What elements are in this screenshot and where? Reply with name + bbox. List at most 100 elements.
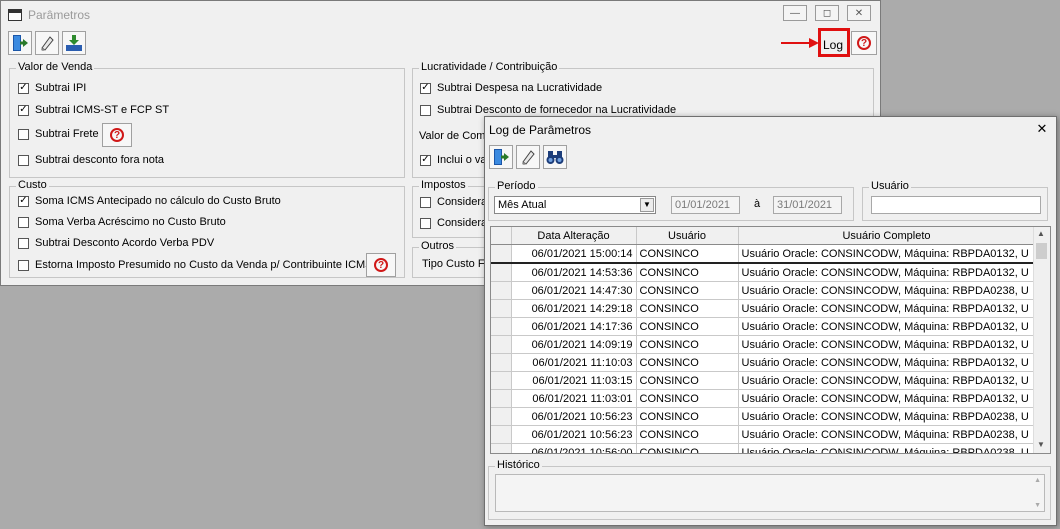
row-indicator[interactable] [491,299,512,318]
cell-data-alteracao: 06/01/2021 14:29:18 [511,299,637,318]
download-tray-icon [66,35,82,51]
checkbox-subtrai-desconto[interactable]: Subtrai desconto fora nota [18,154,164,166]
cell-usuario: CONSINCO [636,281,739,300]
minimize-button[interactable]: — [783,5,807,21]
close-button[interactable]: ✕ [847,5,871,21]
help-button[interactable]: ? [851,31,877,55]
table-row[interactable]: 06/01/2021 14:47:30 CONSINCO Usuário Oracl… [491,281,1036,300]
checkbox-label: Considera [437,217,488,229]
eraser-button[interactable] [35,31,59,55]
row-indicator[interactable] [491,335,512,354]
checkbox-box[interactable] [18,154,29,166]
row-indicator[interactable] [491,443,512,453]
window-title: Parâmetros [28,8,91,22]
table-row[interactable]: 06/01/2021 11:03:15 CONSINCO Usuário Oracl… [491,371,1036,390]
table-row[interactable]: 06/01/2021 10:56:00 CONSINCO Usuário Oracl… [491,443,1036,453]
date-from-field[interactable]: 01/01/2021 [671,196,740,214]
save-download-button[interactable] [62,31,86,55]
table-row[interactable]: 06/01/2021 15:00:14 CONSINCO Usuário Oracl… [491,244,1036,264]
checkbox-estorna-imposto[interactable]: Estorna Imposto Presumido no Custo da Ve… [18,259,373,271]
row-indicator[interactable] [491,407,512,426]
checkbox-box[interactable] [18,216,29,228]
table-row[interactable]: 06/01/2021 14:29:18 CONSINCO Usuário Oracl… [491,299,1036,318]
log-eraser-button[interactable] [516,145,540,169]
historico-textarea[interactable]: ▲ ▼ [495,474,1045,512]
checkbox-box[interactable]: ✓ [420,154,431,166]
checkbox-box[interactable] [420,217,431,229]
cell-usuario-completo: Usuário Oracle: CONSINCODW, Máquina: RBP… [738,299,1036,318]
row-indicator[interactable] [491,389,512,408]
row-indicator[interactable] [491,317,512,336]
checkbox-box[interactable]: ✓ [420,82,431,94]
usuario-input[interactable] [871,196,1041,214]
checkbox-subtrai-frete[interactable]: Subtrai Frete [18,128,99,140]
maximize-button[interactable]: ◻ [815,5,839,21]
checkbox-label: Subtrai desconto fora nota [35,154,165,166]
checkbox-inclui-valor[interactable]: ✓ Inclui o va [420,154,487,166]
checkbox-subtrai-desconto-fornecedor[interactable]: Subtrai Desconto de fornecedor na Lucrat… [420,104,676,116]
log-exit-door-button[interactable] [489,145,513,169]
checkbox-box[interactable] [18,259,29,271]
parametros-titlebar[interactable]: Parâmetros [1,1,880,29]
column-header-usuario[interactable]: Usuário [636,227,739,245]
periodo-select[interactable]: Mês Atual ▼ [494,196,656,214]
historico-scroll-up[interactable]: ▲ [1034,477,1041,484]
scrollbar-thumb[interactable] [1036,243,1047,259]
row-indicator[interactable] [491,263,512,282]
log-grid: Data Alteração Usuário Usuário Completo … [490,226,1051,454]
checkbox-box[interactable] [420,196,431,208]
checkbox-label: Subtrai ICMS-ST e FCP ST [35,104,170,116]
help-frete-button[interactable]: ? [102,123,132,147]
cell-usuario: CONSINCO [636,335,739,354]
checkbox-box[interactable] [420,104,431,116]
row-indicator[interactable] [491,425,512,444]
scroll-down-arrow[interactable]: ▼ [1037,440,1045,449]
table-row[interactable]: 06/01/2021 11:03:01 CONSINCO Usuário Oracl… [491,389,1036,408]
log-search-button[interactable] [543,145,567,169]
date-separator: à [754,198,761,210]
row-indicator[interactable] [491,353,512,372]
log-table: Data Alteração Usuário Usuário Completo … [491,227,1036,453]
cell-usuario: CONSINCO [636,317,739,336]
group-valor-venda-title: Valor de Venda [16,61,95,73]
checkbox-subtrai-ipi[interactable]: ✓ Subtrai IPI [18,82,86,94]
table-row[interactable]: 06/01/2021 14:17:36 CONSINCO Usuário Oracl… [491,317,1036,336]
table-row[interactable]: 06/01/2021 10:56:23 CONSINCO Usuário Oracl… [491,425,1036,444]
checkbox-subtrai-icms-st[interactable]: ✓ Subtrai ICMS-ST e FCP ST [18,104,169,116]
checkbox-box[interactable]: ✓ [18,82,29,94]
cell-usuario-completo: Usuário Oracle: CONSINCODW, Máquina: RBP… [738,407,1036,426]
checkbox-considera-1[interactable]: Considera [420,196,487,208]
table-row[interactable]: 06/01/2021 11:10:03 CONSINCO Usuário Oracl… [491,353,1036,372]
checkbox-box[interactable]: ✓ [18,195,29,207]
checkbox-box[interactable] [18,237,29,249]
checkbox-subtrai-desconto-verba[interactable]: Subtrai Desconto Acordo Verba PDV [18,237,214,249]
column-header-data-alteracao[interactable]: Data Alteração [511,227,637,245]
log-titlebar[interactable]: Log de Parâmetros [485,117,1056,143]
checkbox-box[interactable]: ✓ [18,104,29,116]
help-estorna-button[interactable]: ? [366,253,396,277]
row-indicator[interactable] [491,244,512,264]
exit-door-button[interactable] [8,31,32,55]
chevron-down-icon[interactable]: ▼ [640,198,654,212]
grid-scrollbar[interactable]: ▲ ▼ [1033,227,1050,453]
cell-data-alteracao: 06/01/2021 11:03:15 [511,371,637,390]
cell-usuario: CONSINCO [636,389,739,408]
table-row[interactable]: 06/01/2021 10:56:23 CONSINCO Usuário Oracl… [491,407,1036,426]
cell-data-alteracao: 06/01/2021 10:56:23 [511,407,637,426]
log-close-button[interactable]: ✕ [1034,121,1050,137]
row-indicator[interactable] [491,281,512,300]
checkbox-soma-verba[interactable]: Soma Verba Acréscimo no Custo Bruto [18,216,226,228]
row-indicator[interactable] [491,371,512,390]
table-row[interactable]: 06/01/2021 14:09:19 CONSINCO Usuário Oracl… [491,335,1036,354]
scroll-up-arrow[interactable]: ▲ [1037,229,1045,238]
date-to-field[interactable]: 31/01/2021 [773,196,842,214]
column-header-usuario-completo[interactable]: Usuário Completo [738,227,1036,245]
checkbox-considera-2[interactable]: Considera [420,217,487,229]
tipo-custo-label: Tipo Custo Fi [422,258,488,270]
historico-scroll-down[interactable]: ▼ [1034,502,1041,509]
table-row[interactable]: 06/01/2021 14:53:36 CONSINCO Usuário Oracl… [491,263,1036,282]
checkbox-soma-icms-antecipado[interactable]: ✓ Soma ICMS Antecipado no cálculo do Cus… [18,195,281,207]
checkbox-subtrai-despesa[interactable]: ✓ Subtrai Despesa na Lucratividade [420,82,602,94]
checkbox-box[interactable] [18,128,29,140]
log-button[interactable]: Log [823,38,843,52]
